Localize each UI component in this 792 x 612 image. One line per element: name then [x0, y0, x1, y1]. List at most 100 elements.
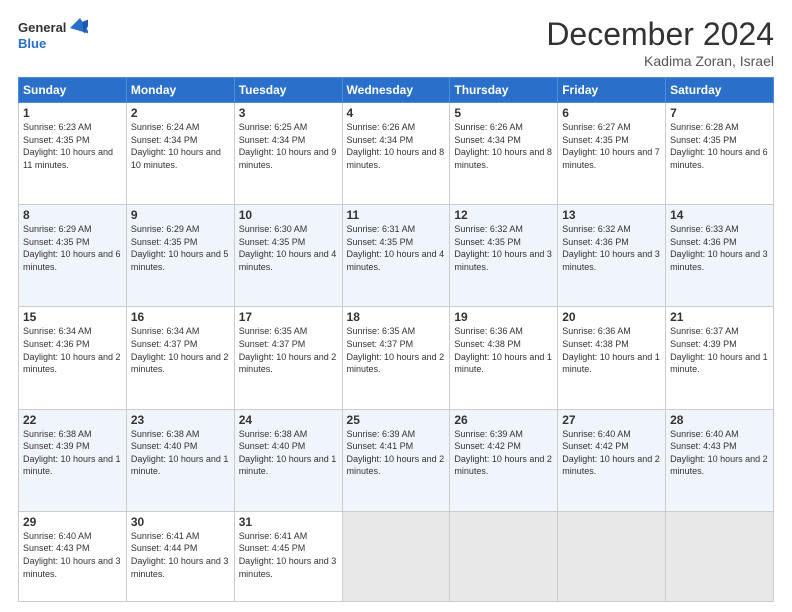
day-info: Sunrise: 6:32 AM Sunset: 4:35 PM Dayligh… [454, 223, 553, 273]
logo: General Blue [18, 16, 88, 56]
day-number: 24 [239, 413, 338, 427]
month-title: December 2024 [546, 16, 774, 53]
day-info: Sunrise: 6:34 AM Sunset: 4:37 PM Dayligh… [131, 325, 230, 375]
day-info: Sunrise: 6:26 AM Sunset: 4:34 PM Dayligh… [454, 121, 553, 171]
calendar-cell: 6Sunrise: 6:27 AM Sunset: 4:35 PM Daylig… [558, 103, 666, 205]
day-info: Sunrise: 6:33 AM Sunset: 4:36 PM Dayligh… [670, 223, 769, 273]
day-number: 7 [670, 106, 769, 120]
calendar-cell [450, 511, 558, 601]
calendar-cell: 20Sunrise: 6:36 AM Sunset: 4:38 PM Dayli… [558, 307, 666, 409]
day-info: Sunrise: 6:34 AM Sunset: 4:36 PM Dayligh… [23, 325, 122, 375]
calendar-cell: 8Sunrise: 6:29 AM Sunset: 4:35 PM Daylig… [19, 205, 127, 307]
day-number: 28 [670, 413, 769, 427]
day-number: 1 [23, 106, 122, 120]
day-info: Sunrise: 6:36 AM Sunset: 4:38 PM Dayligh… [562, 325, 661, 375]
day-info: Sunrise: 6:32 AM Sunset: 4:36 PM Dayligh… [562, 223, 661, 273]
day-number: 2 [131, 106, 230, 120]
calendar-cell: 26Sunrise: 6:39 AM Sunset: 4:42 PM Dayli… [450, 409, 558, 511]
day-info: Sunrise: 6:40 AM Sunset: 4:43 PM Dayligh… [23, 530, 122, 580]
calendar-cell: 4Sunrise: 6:26 AM Sunset: 4:34 PM Daylig… [342, 103, 450, 205]
day-number: 30 [131, 515, 230, 529]
calendar-cell [558, 511, 666, 601]
day-number: 5 [454, 106, 553, 120]
calendar-cell: 18Sunrise: 6:35 AM Sunset: 4:37 PM Dayli… [342, 307, 450, 409]
day-info: Sunrise: 6:25 AM Sunset: 4:34 PM Dayligh… [239, 121, 338, 171]
day-info: Sunrise: 6:24 AM Sunset: 4:34 PM Dayligh… [131, 121, 230, 171]
header-day: Wednesday [342, 78, 450, 103]
day-info: Sunrise: 6:29 AM Sunset: 4:35 PM Dayligh… [23, 223, 122, 273]
calendar-cell: 5Sunrise: 6:26 AM Sunset: 4:34 PM Daylig… [450, 103, 558, 205]
header-day: Thursday [450, 78, 558, 103]
day-info: Sunrise: 6:27 AM Sunset: 4:35 PM Dayligh… [562, 121, 661, 171]
calendar-cell [342, 511, 450, 601]
calendar-cell: 1Sunrise: 6:23 AM Sunset: 4:35 PM Daylig… [19, 103, 127, 205]
calendar-cell: 10Sunrise: 6:30 AM Sunset: 4:35 PM Dayli… [234, 205, 342, 307]
calendar-cell: 29Sunrise: 6:40 AM Sunset: 4:43 PM Dayli… [19, 511, 127, 601]
calendar-cell: 22Sunrise: 6:38 AM Sunset: 4:39 PM Dayli… [19, 409, 127, 511]
day-number: 9 [131, 208, 230, 222]
day-number: 22 [23, 413, 122, 427]
day-info: Sunrise: 6:36 AM Sunset: 4:38 PM Dayligh… [454, 325, 553, 375]
day-number: 26 [454, 413, 553, 427]
calendar-cell: 23Sunrise: 6:38 AM Sunset: 4:40 PM Dayli… [126, 409, 234, 511]
header-day: Monday [126, 78, 234, 103]
location: Kadima Zoran, Israel [546, 53, 774, 69]
calendar-cell: 7Sunrise: 6:28 AM Sunset: 4:35 PM Daylig… [666, 103, 774, 205]
day-number: 27 [562, 413, 661, 427]
day-info: Sunrise: 6:40 AM Sunset: 4:43 PM Dayligh… [670, 428, 769, 478]
day-number: 6 [562, 106, 661, 120]
day-info: Sunrise: 6:39 AM Sunset: 4:41 PM Dayligh… [347, 428, 446, 478]
day-number: 21 [670, 310, 769, 324]
day-info: Sunrise: 6:38 AM Sunset: 4:40 PM Dayligh… [131, 428, 230, 478]
header-row: SundayMondayTuesdayWednesdayThursdayFrid… [19, 78, 774, 103]
calendar-cell: 27Sunrise: 6:40 AM Sunset: 4:42 PM Dayli… [558, 409, 666, 511]
page: General Blue December 2024 Kadima Zoran,… [0, 0, 792, 612]
calendar-cell: 14Sunrise: 6:33 AM Sunset: 4:36 PM Dayli… [666, 205, 774, 307]
top-area: General Blue December 2024 Kadima Zoran,… [18, 16, 774, 69]
calendar-cell: 12Sunrise: 6:32 AM Sunset: 4:35 PM Dayli… [450, 205, 558, 307]
calendar-cell [666, 511, 774, 601]
day-info: Sunrise: 6:29 AM Sunset: 4:35 PM Dayligh… [131, 223, 230, 273]
calendar-cell: 17Sunrise: 6:35 AM Sunset: 4:37 PM Dayli… [234, 307, 342, 409]
day-info: Sunrise: 6:26 AM Sunset: 4:34 PM Dayligh… [347, 121, 446, 171]
day-info: Sunrise: 6:28 AM Sunset: 4:35 PM Dayligh… [670, 121, 769, 171]
calendar-cell: 31Sunrise: 6:41 AM Sunset: 4:45 PM Dayli… [234, 511, 342, 601]
day-number: 23 [131, 413, 230, 427]
day-number: 12 [454, 208, 553, 222]
day-number: 19 [454, 310, 553, 324]
header-day: Tuesday [234, 78, 342, 103]
title-area: December 2024 Kadima Zoran, Israel [546, 16, 774, 69]
svg-text:Blue: Blue [18, 36, 46, 51]
header-day: Sunday [19, 78, 127, 103]
header-day: Friday [558, 78, 666, 103]
day-info: Sunrise: 6:35 AM Sunset: 4:37 PM Dayligh… [347, 325, 446, 375]
day-number: 4 [347, 106, 446, 120]
day-number: 3 [239, 106, 338, 120]
day-number: 18 [347, 310, 446, 324]
calendar-cell: 9Sunrise: 6:29 AM Sunset: 4:35 PM Daylig… [126, 205, 234, 307]
day-number: 14 [670, 208, 769, 222]
calendar-cell: 13Sunrise: 6:32 AM Sunset: 4:36 PM Dayli… [558, 205, 666, 307]
day-number: 8 [23, 208, 122, 222]
calendar-cell: 2Sunrise: 6:24 AM Sunset: 4:34 PM Daylig… [126, 103, 234, 205]
day-info: Sunrise: 6:41 AM Sunset: 4:45 PM Dayligh… [239, 530, 338, 580]
day-info: Sunrise: 6:23 AM Sunset: 4:35 PM Dayligh… [23, 121, 122, 171]
calendar-cell: 21Sunrise: 6:37 AM Sunset: 4:39 PM Dayli… [666, 307, 774, 409]
calendar-cell: 30Sunrise: 6:41 AM Sunset: 4:44 PM Dayli… [126, 511, 234, 601]
day-info: Sunrise: 6:30 AM Sunset: 4:35 PM Dayligh… [239, 223, 338, 273]
calendar: SundayMondayTuesdayWednesdayThursdayFrid… [18, 77, 774, 602]
day-info: Sunrise: 6:41 AM Sunset: 4:44 PM Dayligh… [131, 530, 230, 580]
day-number: 31 [239, 515, 338, 529]
day-number: 13 [562, 208, 661, 222]
day-info: Sunrise: 6:40 AM Sunset: 4:42 PM Dayligh… [562, 428, 661, 478]
day-number: 20 [562, 310, 661, 324]
day-number: 17 [239, 310, 338, 324]
svg-text:General: General [18, 20, 66, 35]
calendar-cell: 19Sunrise: 6:36 AM Sunset: 4:38 PM Dayli… [450, 307, 558, 409]
day-info: Sunrise: 6:39 AM Sunset: 4:42 PM Dayligh… [454, 428, 553, 478]
day-info: Sunrise: 6:37 AM Sunset: 4:39 PM Dayligh… [670, 325, 769, 375]
calendar-cell: 16Sunrise: 6:34 AM Sunset: 4:37 PM Dayli… [126, 307, 234, 409]
day-info: Sunrise: 6:38 AM Sunset: 4:40 PM Dayligh… [239, 428, 338, 478]
day-info: Sunrise: 6:31 AM Sunset: 4:35 PM Dayligh… [347, 223, 446, 273]
day-number: 15 [23, 310, 122, 324]
